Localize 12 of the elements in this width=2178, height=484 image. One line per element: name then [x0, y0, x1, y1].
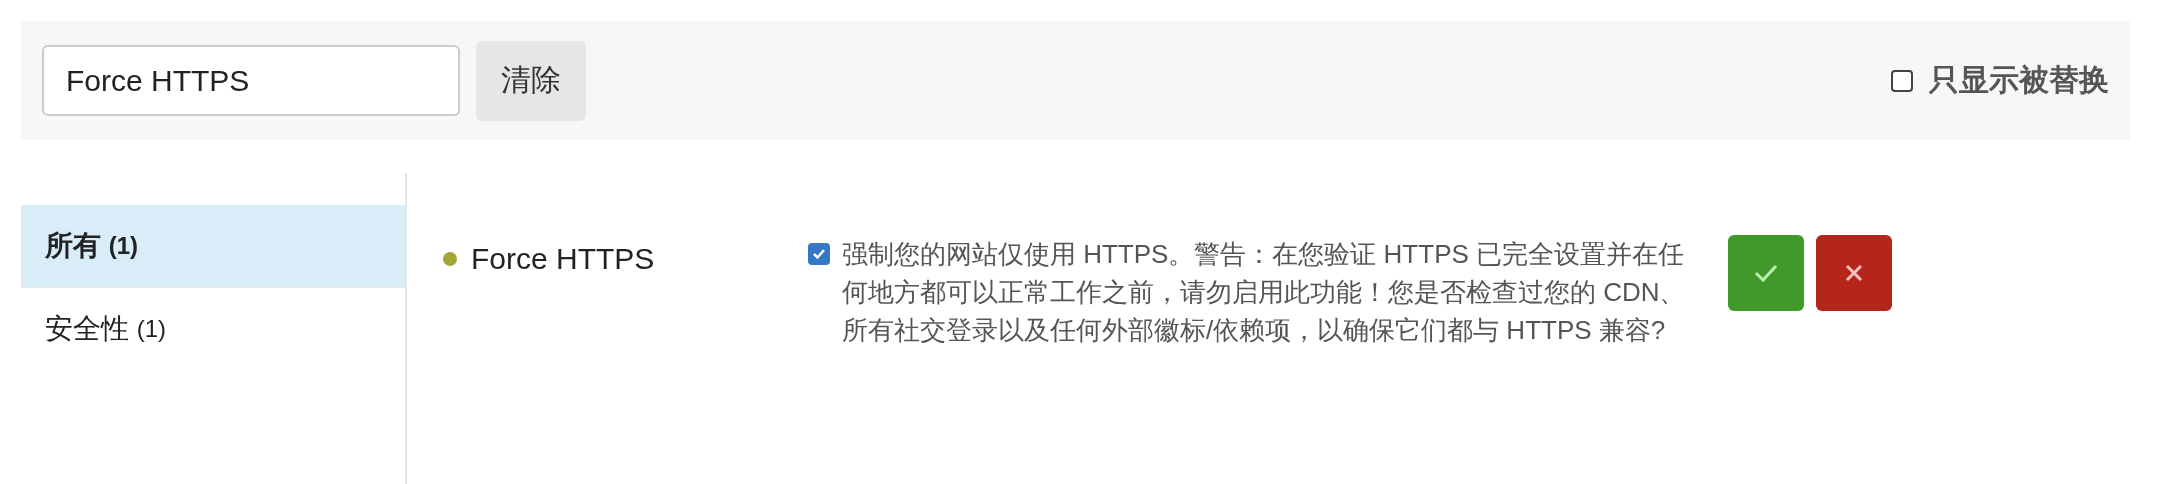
- sidebar-item[interactable]: 所有 (1): [21, 205, 405, 288]
- reject-button[interactable]: [1816, 235, 1892, 311]
- close-icon: [1844, 263, 1864, 283]
- checkbox[interactable]: [1891, 69, 1913, 92]
- search-field[interactable]: Force HTTPS: [42, 45, 460, 116]
- clear-button[interactable]: 清除: [476, 40, 586, 121]
- rule-description: 强制您的网站仅使用 HTTPS。警告：在您验证 HTTPS 已完全设置并在任何地方都可以正常工作之前，请勿启用此功能！您是否检查过您的 CDN、所有社交登录以及任何外部徽标/依赖项，以确保它们都与 HTTPS 兼容?: [841, 238, 1687, 347]
- checkbox-label: 只显示被替换: [1929, 62, 2109, 98]
- rule-title: Force HTTPS: [471, 242, 655, 276]
- check-icon: [1753, 262, 1779, 284]
- checkbox[interactable]: [808, 243, 830, 265]
- sidebar-item[interactable]: 安全性 (1): [21, 288, 405, 371]
